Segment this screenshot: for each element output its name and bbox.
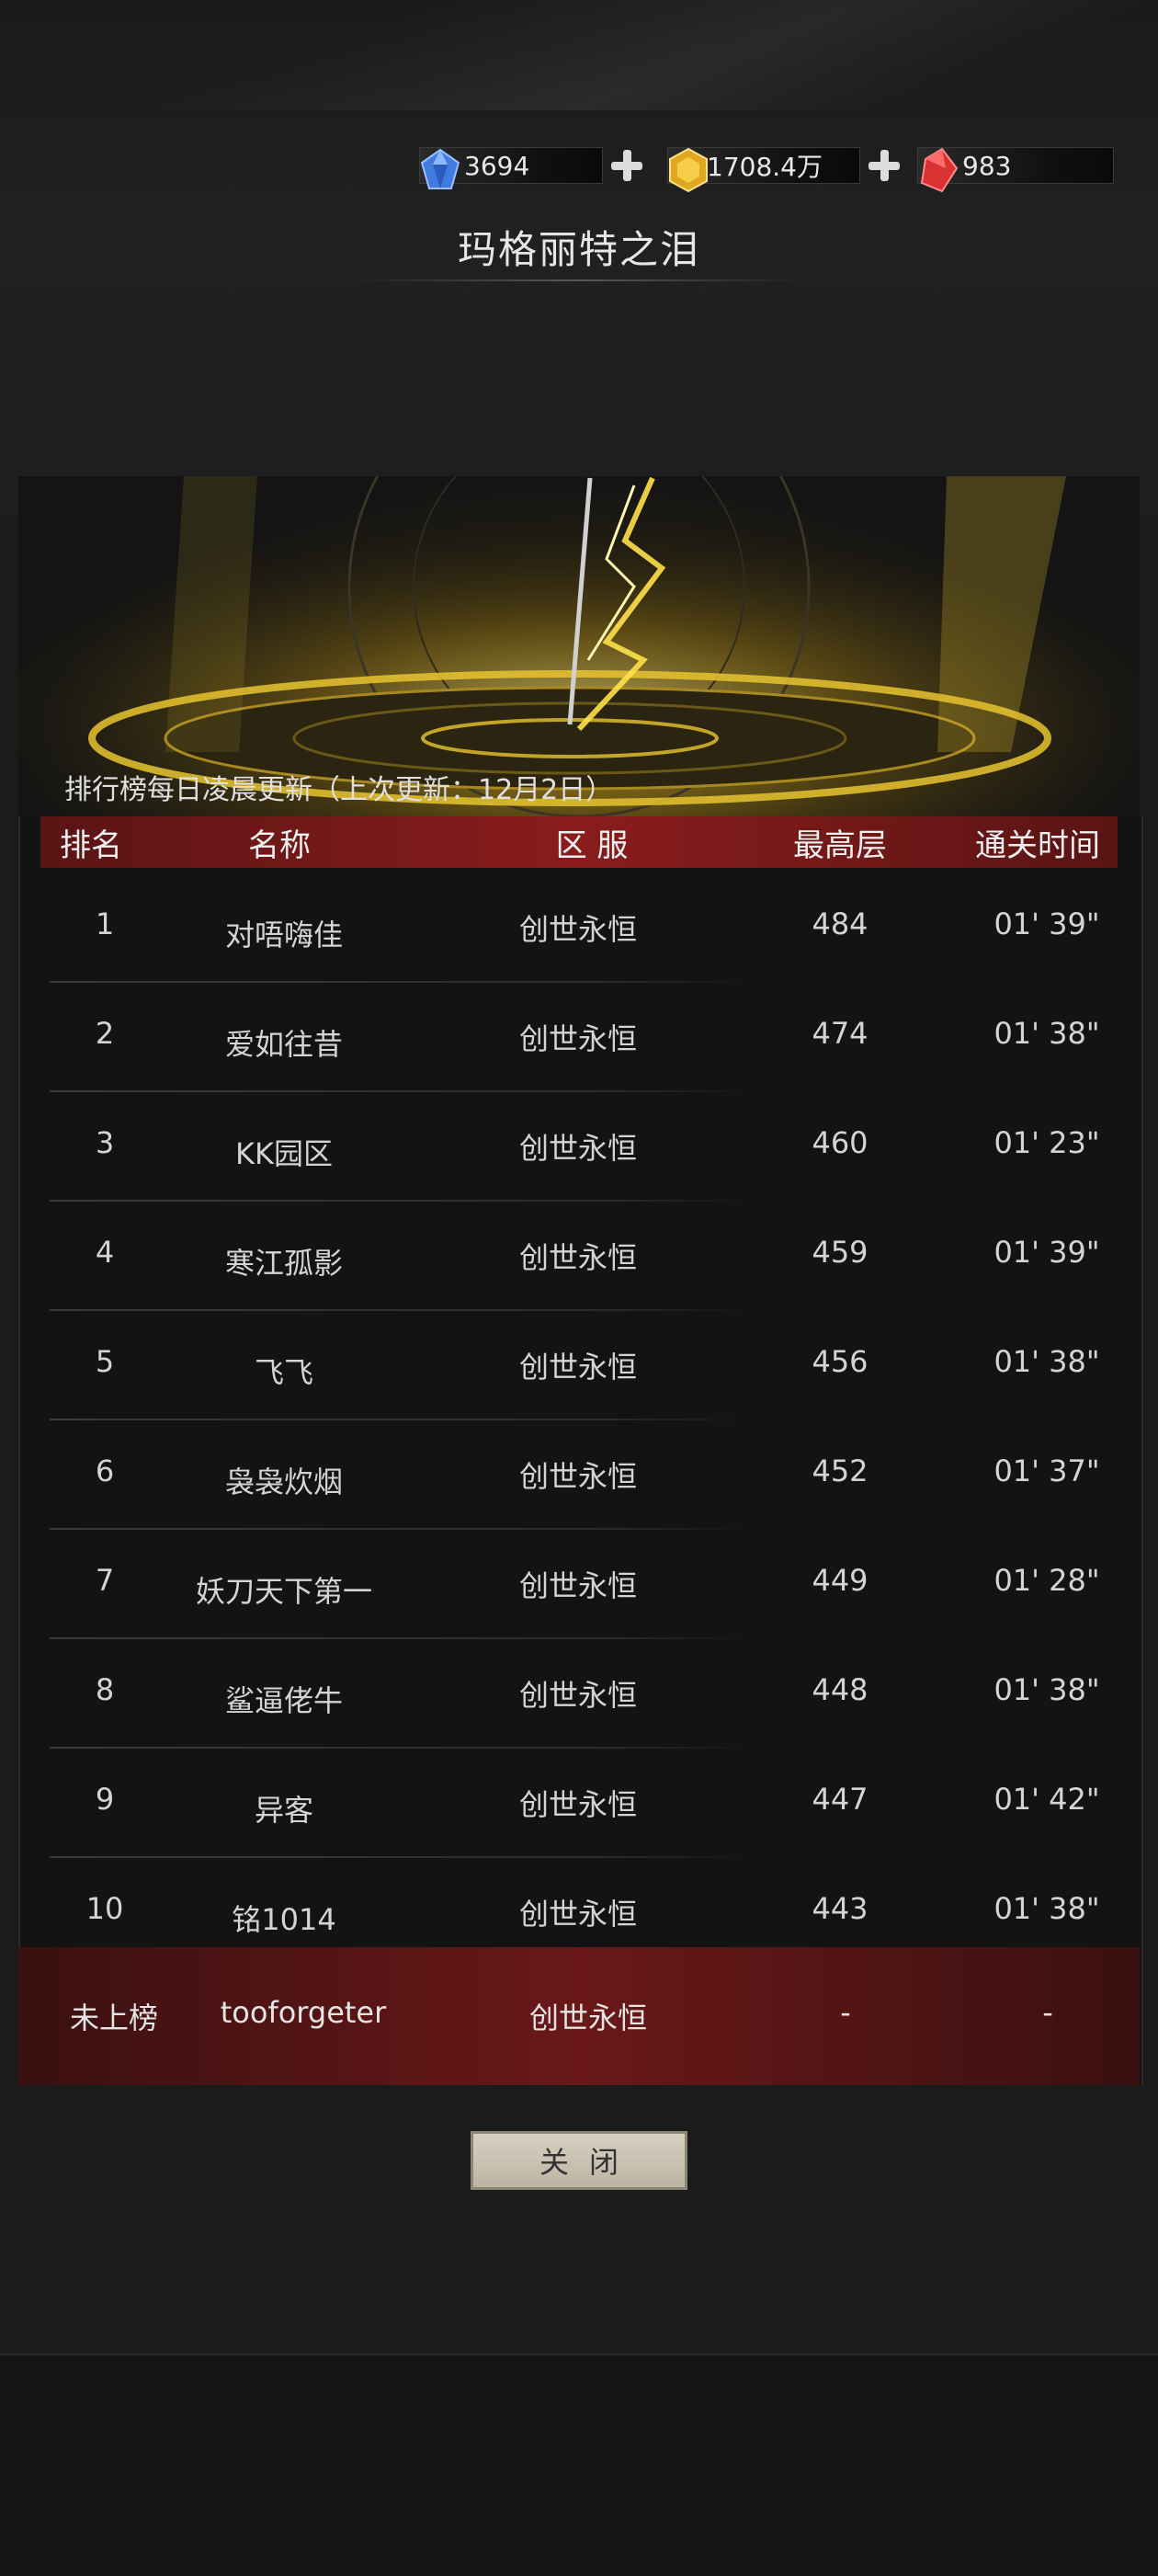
- rank-cell: 6: [95, 1453, 115, 1488]
- top-floor-cell: 456: [812, 1344, 868, 1379]
- table-row: 5 飞飞 创世永恒 456 01' 38": [50, 1311, 1116, 1420]
- update-note: 排行榜每日凌晨更新（上次更新：12月2日）: [64, 774, 614, 806]
- title-divider: [349, 279, 809, 281]
- rank-cell: 7: [95, 1563, 115, 1598]
- header-name: 名称: [248, 826, 311, 864]
- top-floor-cell: 474: [812, 1016, 868, 1051]
- top-floor-cell: 484: [812, 906, 868, 941]
- header-server: 区 服: [555, 826, 629, 864]
- gold-currency: 1708.4万: [667, 143, 903, 193]
- table-row: 8 鲨逼佬牛 创世永恒 448 01' 38": [50, 1639, 1116, 1749]
- rank-cell: 2: [95, 1016, 115, 1051]
- server-cell: 创世永恒: [518, 1787, 637, 1822]
- clear-time-cell: 01' 37": [993, 1453, 1100, 1488]
- gold-coin-icon: [669, 147, 708, 193]
- server-cell: 创世永恒: [518, 1021, 637, 1056]
- server-cell: 创世永恒: [518, 1897, 637, 1932]
- player-name-cell: 鲨逼佬牛: [224, 1683, 343, 1718]
- header-top-floor: 最高层: [793, 826, 887, 864]
- clear-time-cell: 01' 39": [993, 906, 1100, 941]
- header-rank: 排名: [60, 826, 122, 864]
- clear-time-cell: 01' 42": [993, 1782, 1100, 1817]
- player-name-cell: 铭1014: [232, 1902, 336, 1937]
- table-header: 排名 名称 区 服 最高层 通关时间: [40, 816, 1118, 868]
- top-floor-cell: 447: [812, 1782, 868, 1817]
- clear-time-cell: 01' 38": [993, 1344, 1100, 1379]
- table-row: 6 袅袅炊烟 创世永恒 452 01' 37": [50, 1420, 1116, 1530]
- server-cell: 创世永恒: [518, 1240, 637, 1275]
- rank-cell: 8: [95, 1672, 115, 1707]
- my-server: 创世永恒: [528, 2000, 647, 2035]
- my-rank: 未上榜: [69, 2000, 158, 2035]
- player-name-cell: KK园区: [235, 1136, 333, 1171]
- table-row: 9 异客 创世永恒 447 01' 42": [50, 1749, 1116, 1858]
- gold-amount: 1708.4万: [707, 152, 823, 182]
- table-row: 3 KK园区 创世永恒 460 01' 23": [50, 1092, 1116, 1202]
- add-gold-button[interactable]: [866, 147, 903, 184]
- add-diamond-button[interactable]: [608, 147, 645, 184]
- table-row: 7 妖刀天下第一 创世永恒 449 01' 28": [50, 1530, 1116, 1639]
- top-floor-cell: 459: [812, 1235, 868, 1270]
- server-cell: 创世永恒: [518, 1350, 637, 1385]
- gem-amount: 983: [962, 150, 1012, 181]
- top-floor-cell: 452: [812, 1453, 868, 1488]
- server-cell: 创世永恒: [518, 912, 637, 947]
- clear-time-cell: 01' 38": [993, 1016, 1100, 1051]
- player-name-cell: 对唔嗨佳: [224, 918, 343, 952]
- blue-diamond-icon: [420, 148, 460, 189]
- my-ranking-row: 未上榜 tooforgeter 创世永恒 - -: [18, 1947, 1140, 2085]
- rank-cell: 3: [95, 1125, 115, 1160]
- rank-cell: 5: [95, 1344, 115, 1379]
- player-name-cell: 袅袅炊烟: [224, 1465, 343, 1499]
- top-floor-cell: 443: [812, 1891, 868, 1926]
- rank-cell: 10: [85, 1891, 124, 1926]
- server-cell: 创世永恒: [518, 1459, 637, 1494]
- clear-time-cell: 01' 38": [993, 1891, 1100, 1926]
- top-floor-cell: 449: [812, 1563, 868, 1598]
- table-row: 2 爱如往昔 创世永恒 474 01' 38": [50, 983, 1116, 1092]
- bottom-background: [0, 2354, 1158, 2576]
- clear-time-cell: 01' 28": [993, 1563, 1100, 1598]
- server-cell: 创世永恒: [518, 1568, 637, 1603]
- gem-currency: 983: [917, 143, 1114, 193]
- diamond-currency: 3694: [419, 143, 645, 189]
- rank-cell: 1: [95, 906, 115, 941]
- player-name-cell: 异客: [254, 1793, 313, 1828]
- rank-cell: 4: [95, 1235, 115, 1270]
- rank-cell: 9: [95, 1782, 115, 1817]
- server-cell: 创世永恒: [518, 1131, 637, 1166]
- leaderboard-banner: [18, 476, 1140, 816]
- my-clear-time: -: [1042, 1995, 1053, 2030]
- player-name-cell: 飞飞: [254, 1355, 313, 1390]
- server-cell: 创世永恒: [518, 1678, 637, 1713]
- header-clear-time: 通关时间: [975, 826, 1100, 864]
- my-name: tooforgeter: [220, 1995, 387, 2030]
- golden-altar-artwork: [18, 476, 1140, 816]
- my-top-floor: -: [840, 1995, 851, 2030]
- clear-time-cell: 01' 38": [993, 1672, 1100, 1707]
- player-name-cell: 爱如往昔: [224, 1027, 343, 1062]
- table-row: 1 对唔嗨佳 创世永恒 484 01' 39": [50, 873, 1116, 983]
- top-floor-cell: 460: [812, 1125, 868, 1160]
- red-gem-icon: [920, 147, 959, 193]
- clear-time-cell: 01' 39": [993, 1235, 1100, 1270]
- diamond-amount: 3694: [464, 150, 530, 181]
- player-name-cell: 妖刀天下第一: [195, 1574, 372, 1609]
- clear-time-cell: 01' 23": [993, 1125, 1100, 1160]
- page-title: 玛格丽特之泪: [457, 227, 700, 272]
- close-button[interactable]: 关闭: [471, 2131, 687, 2190]
- top-floor-cell: 448: [812, 1672, 868, 1707]
- table-row: 4 寒江孤影 创世永恒 459 01' 39": [50, 1202, 1116, 1311]
- player-name-cell: 寒江孤影: [224, 1246, 343, 1281]
